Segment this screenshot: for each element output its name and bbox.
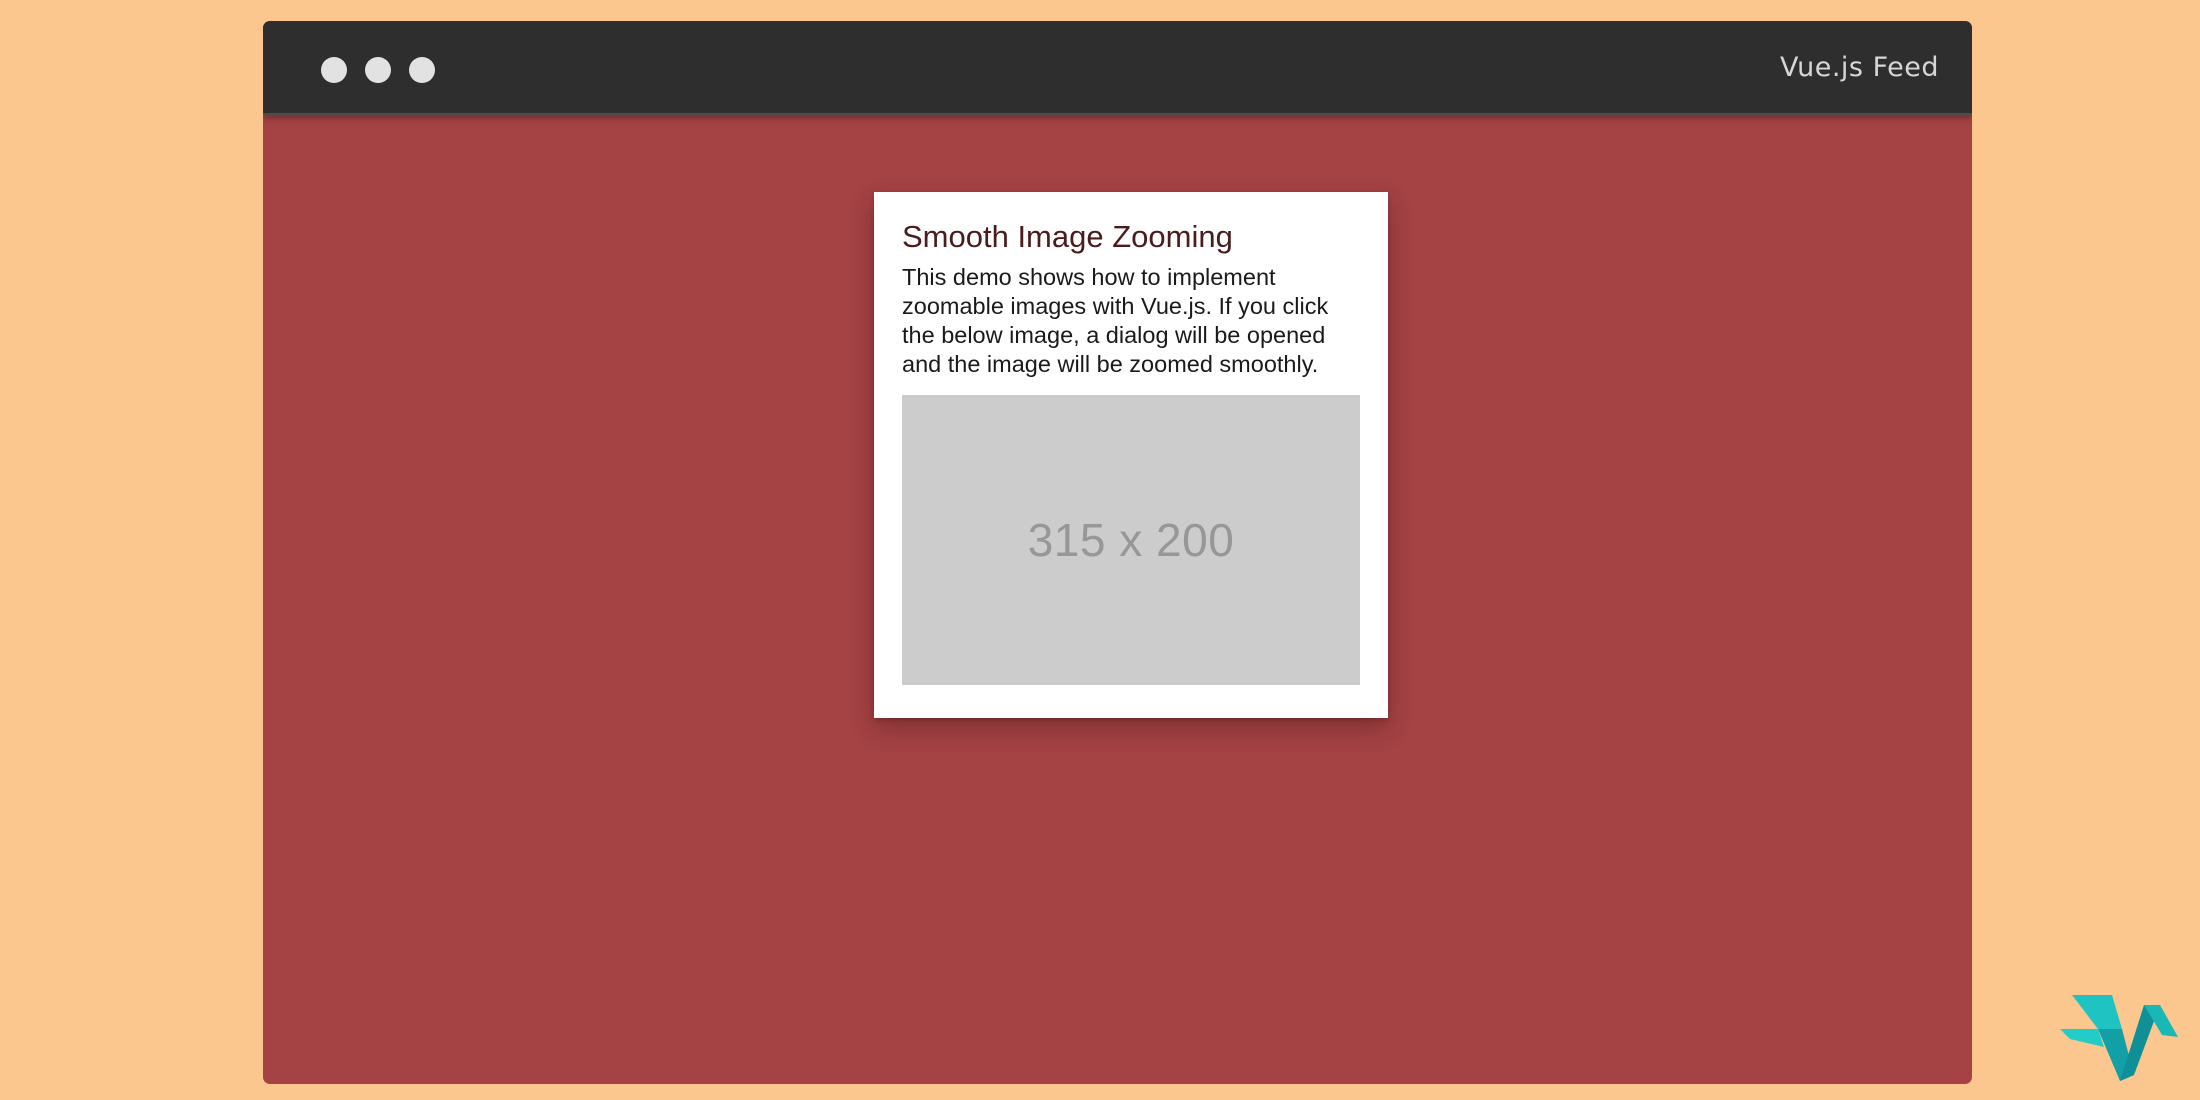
window-dot-icon[interactable] xyxy=(321,57,347,83)
zoomable-image[interactable]: 315 x 200 xyxy=(902,395,1360,685)
image-placeholder-label: 315 x 200 xyxy=(1027,514,1235,566)
window-controls xyxy=(321,57,435,83)
page: Vue.js Feed Smooth Image Zooming This de… xyxy=(0,0,2200,1100)
browser-window: Vue.js Feed Smooth Image Zooming This de… xyxy=(263,21,1972,1084)
window-titlebar: Vue.js Feed xyxy=(263,21,1972,115)
demo-card: Smooth Image Zooming This demo shows how… xyxy=(874,192,1388,718)
window-dot-icon[interactable] xyxy=(409,57,435,83)
window-dot-icon[interactable] xyxy=(365,57,391,83)
window-title: Vue.js Feed xyxy=(1779,52,1939,83)
vue-feed-logo-icon xyxy=(2060,995,2178,1081)
card-description: This demo shows how to implement zoomabl… xyxy=(902,264,1329,377)
card-title: Smooth Image Zooming xyxy=(902,219,1233,254)
